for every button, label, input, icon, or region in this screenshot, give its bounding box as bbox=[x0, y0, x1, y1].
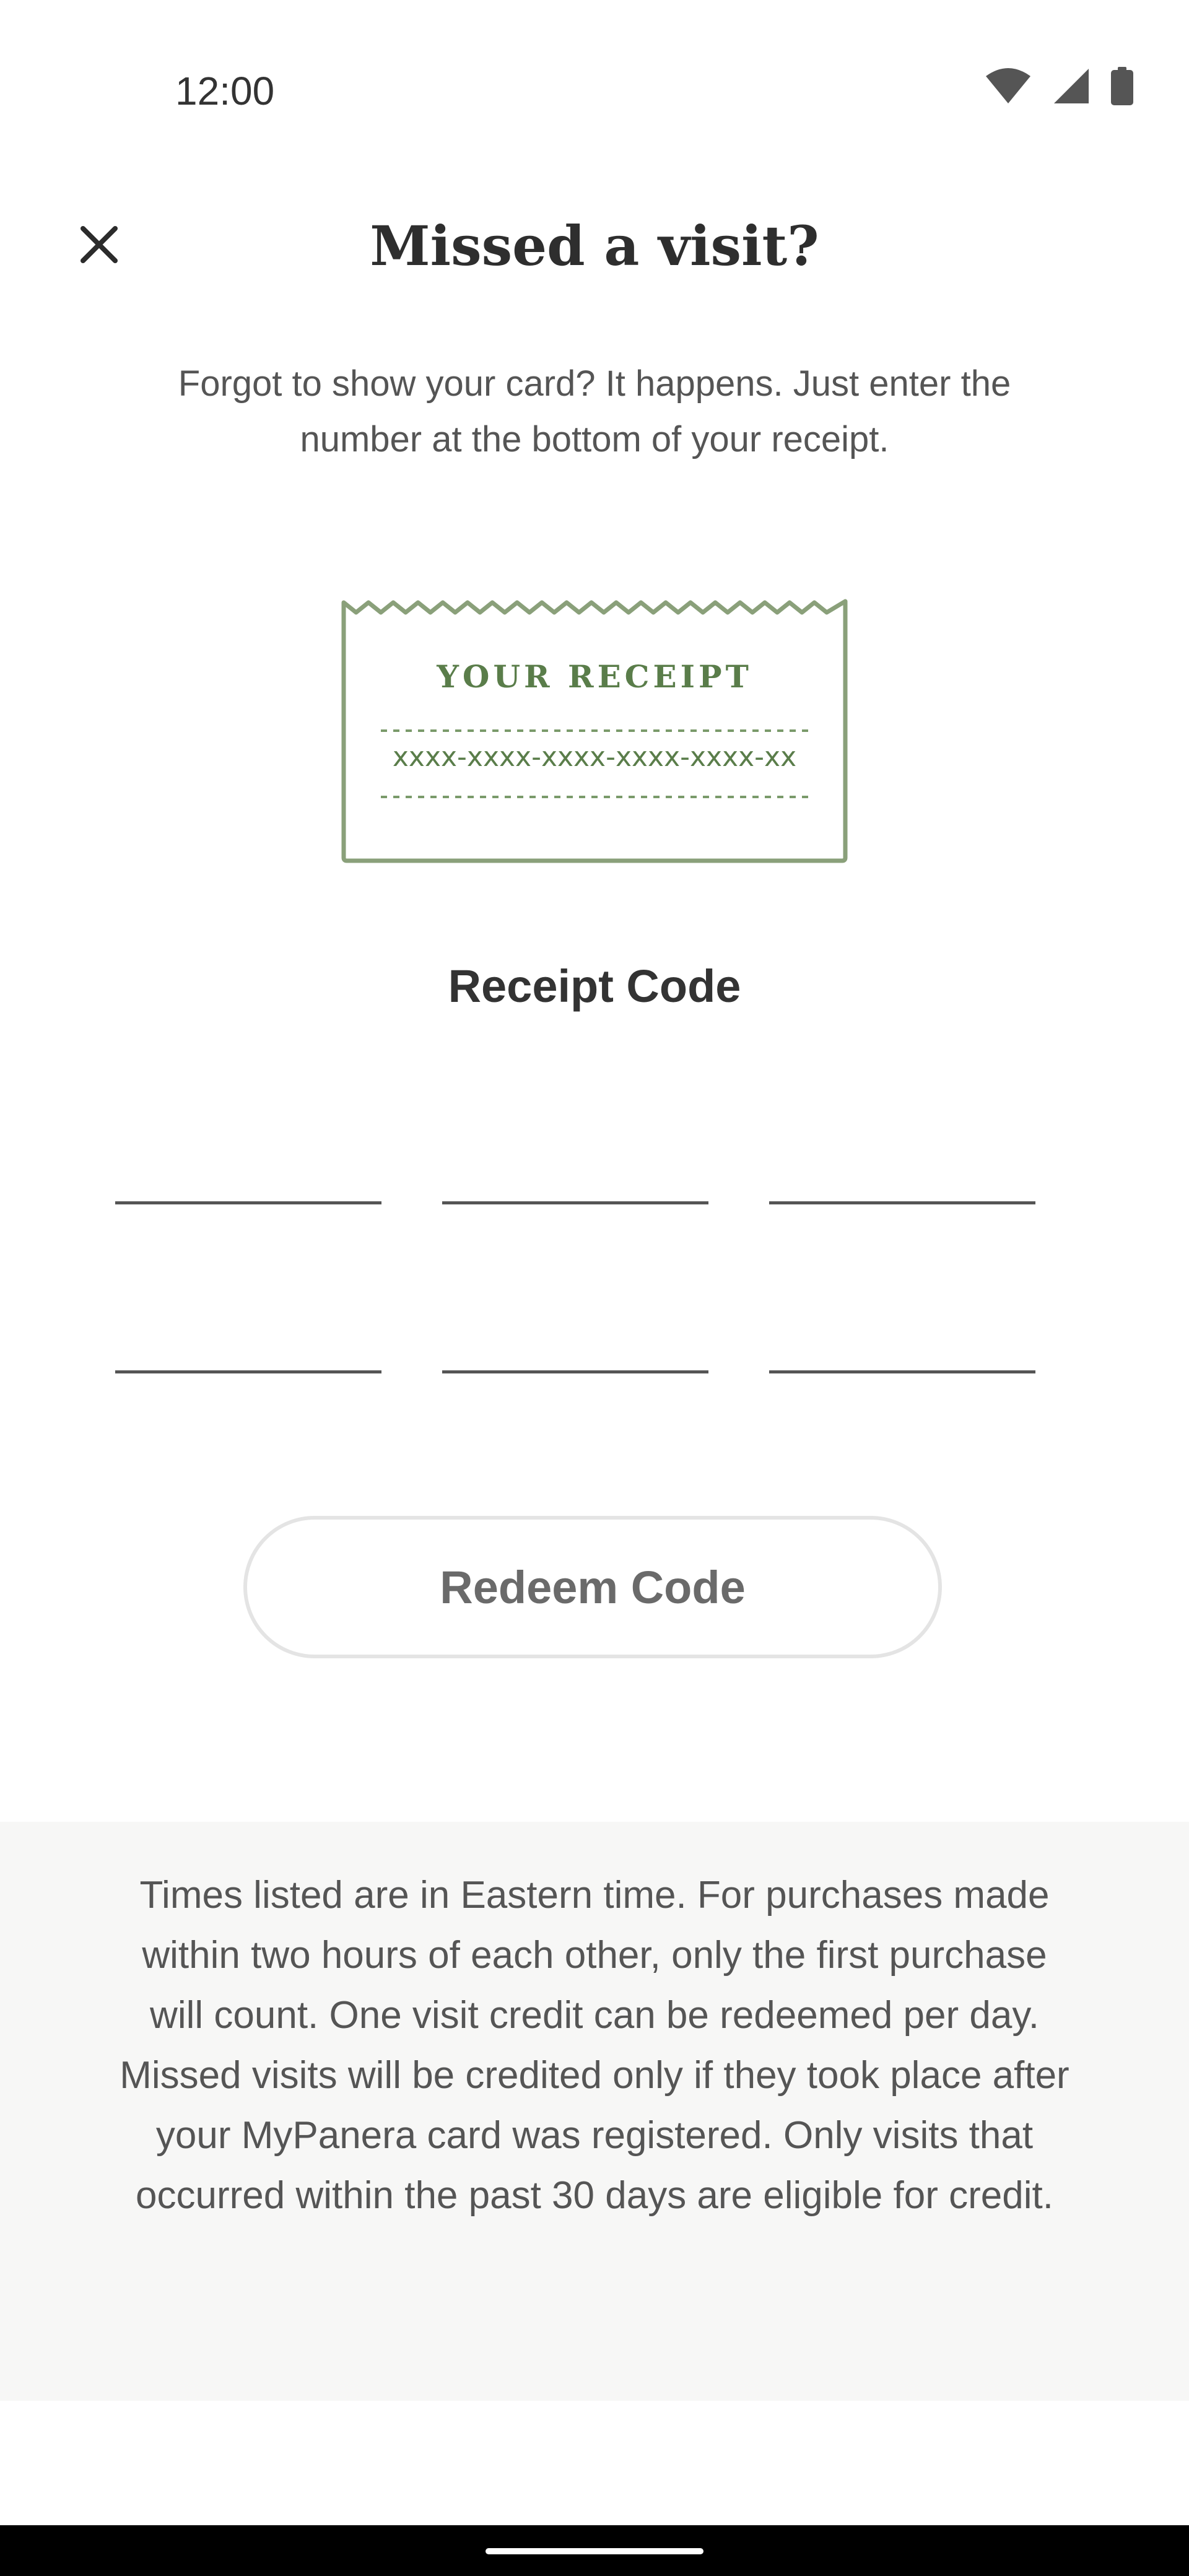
receipt-title: YOUR RECEIPT bbox=[437, 658, 752, 695]
home-gesture-handle[interactable] bbox=[486, 2548, 703, 2554]
battery-icon bbox=[1111, 67, 1133, 105]
receipt-code-field-5[interactable] bbox=[442, 1302, 708, 1373]
receipt-code-field-6[interactable] bbox=[769, 1302, 1035, 1373]
cellular-signal-icon bbox=[1053, 67, 1090, 105]
receipt-outline bbox=[341, 599, 848, 863]
status-time: 12:00 bbox=[175, 69, 275, 113]
receipt-illustration: YOUR RECEIPT xxxx-xxxx-xxxx-xxxx-xxxx-xx bbox=[341, 598, 848, 864]
redeem-code-button[interactable]: Redeem Code bbox=[243, 1516, 942, 1658]
receipt-code-field-2[interactable] bbox=[442, 1133, 708, 1204]
intro-text: Forgot to show your card? It happens. Ju… bbox=[178, 363, 1011, 459]
receipt-code-field-4[interactable] bbox=[115, 1302, 381, 1373]
status-icons bbox=[985, 67, 1133, 105]
receipt-code-field-3[interactable] bbox=[769, 1133, 1035, 1204]
receipt-code-label: Receipt Code bbox=[448, 960, 741, 1012]
disclaimer-panel: Times listed are in Eastern time. For pu… bbox=[0, 1822, 1189, 2401]
receipt-code-mask: xxxx-xxxx-xxxx-xxxx-xxxx-xx bbox=[392, 741, 797, 773]
system-navigation-bar bbox=[0, 2525, 1189, 2576]
page-title: Missed a visit? bbox=[370, 214, 819, 278]
wifi-icon bbox=[985, 67, 1032, 105]
disclaimer-text: Times listed are in Eastern time. For pu… bbox=[120, 1874, 1069, 2217]
receipt-code-field-1[interactable] bbox=[115, 1133, 381, 1204]
